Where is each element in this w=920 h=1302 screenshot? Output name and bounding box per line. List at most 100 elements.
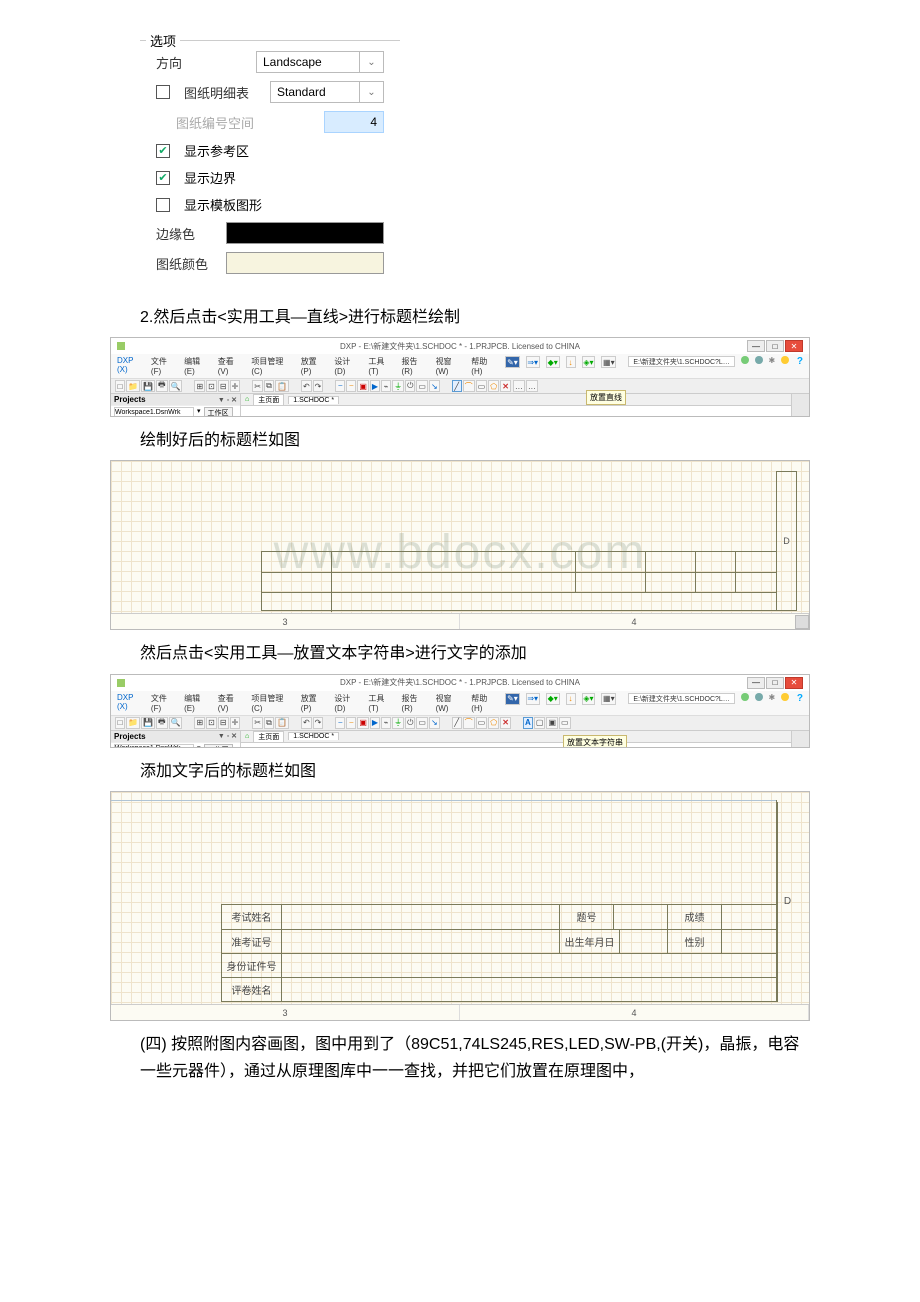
rect-icon[interactable]: ▭ bbox=[476, 717, 488, 729]
pane-controls[interactable]: ▼ ▫ ✕ bbox=[218, 732, 237, 740]
menu-help[interactable]: 帮助 (H) bbox=[471, 356, 499, 376]
frame2-icon[interactable]: ▣ bbox=[546, 717, 558, 729]
x-icon[interactable]: ✕ bbox=[500, 717, 511, 729]
ws-drop-icon[interactable]: ▾ bbox=[197, 407, 201, 417]
wire-icon[interactable]: ⎯ bbox=[335, 380, 345, 392]
q2-icon[interactable]: … bbox=[526, 380, 538, 392]
undo-icon[interactable]: ↶ bbox=[301, 717, 312, 729]
menu-report[interactable]: 报告 (R) bbox=[402, 693, 430, 713]
menu-project[interactable]: 项目管理 (C) bbox=[251, 356, 294, 376]
print-icon[interactable]: 🖶 bbox=[156, 717, 168, 729]
menu-file[interactable]: 文件 (F) bbox=[151, 356, 178, 376]
utility-dropdown[interactable]: ✎▾ bbox=[505, 356, 519, 368]
fit-icon[interactable]: ⊡ bbox=[206, 717, 217, 729]
redo-icon[interactable]: ↷ bbox=[313, 380, 324, 392]
tab-doc[interactable]: 1.SCHDOC * bbox=[288, 732, 339, 740]
undo-icon[interactable]: ↶ bbox=[301, 380, 312, 392]
menu-report[interactable]: 报告 (R) bbox=[402, 356, 430, 376]
show-ref-checkbox[interactable]: ✔ bbox=[156, 144, 170, 158]
workspace-input[interactable] bbox=[114, 744, 194, 748]
poly-icon[interactable]: ⬠ bbox=[488, 717, 499, 729]
menu-edit[interactable]: 编辑 (E) bbox=[184, 693, 212, 713]
menu-design[interactable]: 设计 (D) bbox=[334, 693, 362, 713]
menu-tools[interactable]: 工具 (T) bbox=[368, 356, 395, 376]
nav3-icon[interactable]: ↓ bbox=[566, 356, 576, 368]
dxp-menu[interactable]: DXP (X) bbox=[117, 693, 145, 713]
nav3-icon[interactable]: ↓ bbox=[566, 693, 576, 705]
star-icon[interactable] bbox=[781, 356, 789, 364]
poly-icon[interactable]: ⬠ bbox=[488, 380, 499, 392]
nav-icon[interactable]: ⇒▾ bbox=[526, 693, 540, 705]
menu-view[interactable]: 查看 (V) bbox=[218, 693, 246, 713]
cut-icon[interactable]: ✂ bbox=[252, 380, 263, 392]
pane-controls[interactable]: ▼ ▫ ✕ bbox=[218, 396, 237, 404]
utility-dropdown[interactable]: ✎▾ bbox=[505, 693, 519, 705]
scroll-corner[interactable] bbox=[795, 615, 809, 629]
cross-icon[interactable]: ✛ bbox=[230, 717, 241, 729]
workspace-input[interactable] bbox=[114, 407, 194, 417]
tab-doc[interactable]: 1.SCHDOC * bbox=[288, 396, 339, 404]
star-icon[interactable] bbox=[781, 693, 789, 701]
sheet-icon[interactable]: ▭ bbox=[416, 717, 428, 729]
line-icon[interactable]: ╱ bbox=[452, 717, 462, 729]
gear-icon[interactable]: ✱ bbox=[769, 693, 776, 713]
part-icon[interactable]: ▣ bbox=[357, 380, 369, 392]
path-box[interactable]: E:\新建文件夹\1.SCHDOC?Left= bbox=[628, 693, 735, 704]
number-input[interactable]: 4 bbox=[324, 111, 384, 133]
zoom-icon[interactable]: ⊞ bbox=[194, 717, 205, 729]
dxp-menu[interactable]: DXP (X) bbox=[117, 356, 145, 376]
menu-place[interactable]: 放置 (P) bbox=[301, 693, 329, 713]
direction-select[interactable]: Landscape ⌄ bbox=[256, 51, 384, 73]
nav2-icon[interactable]: ◆▾ bbox=[546, 356, 560, 368]
arrow-icon[interactable]: ↘ bbox=[429, 717, 440, 729]
nav4-icon[interactable]: ◈▾ bbox=[582, 693, 596, 705]
part-icon[interactable]: ▣ bbox=[357, 717, 369, 729]
fit-icon[interactable]: ⊡ bbox=[206, 380, 217, 392]
tab-home[interactable]: 主页面 bbox=[253, 394, 284, 405]
new-icon[interactable]: □ bbox=[115, 380, 125, 392]
menu-view[interactable]: 查看 (V) bbox=[218, 356, 246, 376]
path-box[interactable]: E:\新建文件夹\1.SCHDOC?Left= bbox=[628, 356, 735, 367]
menu-window[interactable]: 视窗 (W) bbox=[436, 693, 466, 713]
workspace-btn[interactable]: 工作区 bbox=[204, 407, 233, 417]
help-icon[interactable]: ? bbox=[797, 356, 803, 376]
menu-file[interactable]: 文件 (F) bbox=[151, 693, 178, 713]
save-icon[interactable]: 💾 bbox=[141, 717, 155, 729]
line-icon[interactable]: ╱ bbox=[452, 380, 462, 392]
bus-icon[interactable]: ⎯ bbox=[346, 380, 356, 392]
redo-icon[interactable]: ↷ bbox=[313, 717, 324, 729]
sheet-color-swatch[interactable] bbox=[226, 252, 384, 274]
help-icon[interactable]: ? bbox=[797, 693, 803, 713]
paste-icon[interactable]: 📋 bbox=[275, 717, 289, 729]
show-template-checkbox[interactable] bbox=[156, 198, 170, 212]
zoom-icon[interactable]: ⊞ bbox=[194, 380, 205, 392]
pwr-icon[interactable]: ⏻ bbox=[405, 717, 415, 729]
menu-tools[interactable]: 工具 (T) bbox=[368, 693, 395, 713]
rect-icon[interactable]: ▭ bbox=[476, 380, 488, 392]
cut-icon[interactable]: ✂ bbox=[252, 717, 263, 729]
copy-icon[interactable]: ⧉ bbox=[264, 380, 274, 392]
nav4-icon[interactable]: ◈▾ bbox=[582, 356, 596, 368]
save-icon[interactable]: 💾 bbox=[141, 380, 155, 392]
home-icon[interactable]: ⌂ bbox=[245, 733, 249, 740]
frame-icon[interactable]: ▢ bbox=[534, 717, 546, 729]
nav5-icon[interactable]: ▦▾ bbox=[601, 693, 616, 705]
gnd-icon[interactable]: ⏚ bbox=[392, 717, 404, 729]
cross-icon[interactable]: ✛ bbox=[230, 380, 241, 392]
preview-icon[interactable]: 🔍 bbox=[169, 380, 183, 392]
menu-edit[interactable]: 编辑 (E) bbox=[184, 356, 212, 376]
q1-icon[interactable]: … bbox=[513, 380, 525, 392]
show-border-checkbox[interactable]: ✔ bbox=[156, 171, 170, 185]
open-icon[interactable]: 📁 bbox=[126, 717, 140, 729]
cfg-icon[interactable]: ⊟ bbox=[218, 380, 229, 392]
pwr-icon[interactable]: ⏻ bbox=[405, 380, 415, 392]
cfg-icon[interactable]: ⊟ bbox=[218, 717, 229, 729]
arrow-icon[interactable]: ↘ bbox=[429, 380, 440, 392]
frame3-icon[interactable]: ▭ bbox=[559, 717, 571, 729]
tab-home[interactable]: 主页面 bbox=[253, 731, 284, 742]
paste-icon[interactable]: 📋 bbox=[275, 380, 289, 392]
nav5-icon[interactable]: ▦▾ bbox=[601, 356, 616, 368]
wire-icon[interactable]: ⎯ bbox=[335, 717, 345, 729]
menu-design[interactable]: 设计 (D) bbox=[334, 356, 362, 376]
new-icon[interactable]: □ bbox=[115, 717, 125, 729]
